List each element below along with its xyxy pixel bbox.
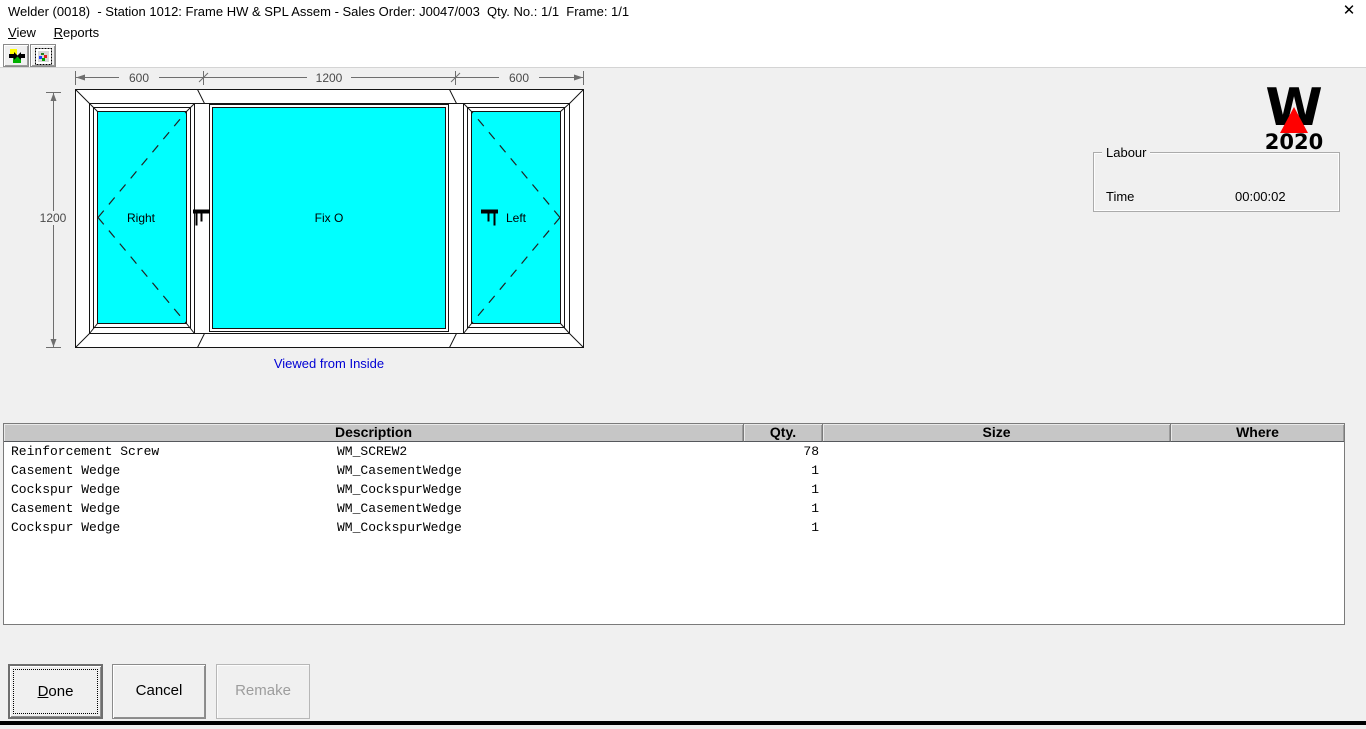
bottom-divider — [0, 721, 1366, 725]
labour-groupbox: Labour Time 00:00:02 — [1093, 152, 1340, 212]
part-size — [823, 442, 1171, 461]
labour-time-value: 00:00:02 — [1235, 189, 1286, 204]
table-row[interactable]: Casement WedgeWM_CasementWedge 1 — [4, 461, 1344, 480]
parts-table-header: Description Qty. Size Where — [4, 424, 1344, 442]
pane-label-fixed: Fix O — [315, 211, 344, 225]
column-header-size: Size — [823, 424, 1171, 442]
close-icon[interactable]: ✕ — [1339, 1, 1359, 21]
labour-title: Labour — [1102, 145, 1150, 160]
remake-button: Remake — [216, 664, 310, 719]
column-header-where: Where — [1171, 424, 1344, 442]
part-description: Casement Wedge — [4, 461, 337, 480]
done-button[interactable]: Done — [8, 664, 103, 719]
part-description: Cockspur Wedge — [4, 518, 337, 537]
part-description: Casement Wedge — [4, 499, 337, 518]
part-qty: 1 — [744, 461, 823, 480]
part-size — [823, 461, 1171, 480]
table-row[interactable]: Cockspur WedgeWM_CockspurWedge 1 — [4, 518, 1344, 537]
table-row[interactable]: Casement WedgeWM_CasementWedge 1 — [4, 499, 1344, 518]
pane-label-right: Right — [127, 211, 156, 225]
part-where — [1171, 480, 1344, 499]
dim-left-height: 1200 — [40, 211, 67, 225]
part-code: WM_CasementWedge — [337, 499, 744, 518]
part-code: WM_CockspurWedge — [337, 480, 744, 499]
cancel-button[interactable]: Cancel — [112, 664, 206, 719]
part-code: WM_SCREW2 — [337, 442, 744, 461]
viewed-from-inside-caption: Viewed from Inside — [229, 356, 429, 371]
part-size — [823, 480, 1171, 499]
dim-top-right: 600 — [509, 71, 529, 85]
logo-red-triangle-icon — [1280, 107, 1308, 133]
part-code: WM_CasementWedge — [337, 461, 744, 480]
labour-time-label: Time — [1106, 189, 1134, 204]
part-size — [823, 499, 1171, 518]
part-description: Reinforcement Screw — [4, 442, 337, 461]
part-where — [1171, 442, 1344, 461]
dim-top-center: 1200 — [316, 71, 343, 85]
part-qty: 1 — [744, 518, 823, 537]
column-header-description: Description — [4, 424, 744, 442]
part-code: WM_CockspurWedge — [337, 518, 744, 537]
part-qty: 1 — [744, 499, 823, 518]
column-header-qty: Qty. — [744, 424, 823, 442]
parts-table: Description Qty. Size Where Reinforcemen… — [3, 423, 1345, 625]
frame-diagram: 600 1200 600 1200 — [0, 0, 600, 380]
part-description: Cockspur Wedge — [4, 480, 337, 499]
part-where — [1171, 518, 1344, 537]
dim-top-left: 600 — [129, 71, 149, 85]
part-qty: 1 — [744, 480, 823, 499]
table-row[interactable]: Reinforcement ScrewWM_SCREW2 78 — [4, 442, 1344, 461]
pane-label-left: Left — [506, 211, 527, 225]
logo-2020: W 2020 — [1258, 80, 1330, 152]
table-row[interactable]: Cockspur WedgeWM_CockspurWedge 1 — [4, 480, 1344, 499]
part-size — [823, 518, 1171, 537]
part-where — [1171, 499, 1344, 518]
part-qty: 78 — [744, 442, 823, 461]
part-where — [1171, 461, 1344, 480]
